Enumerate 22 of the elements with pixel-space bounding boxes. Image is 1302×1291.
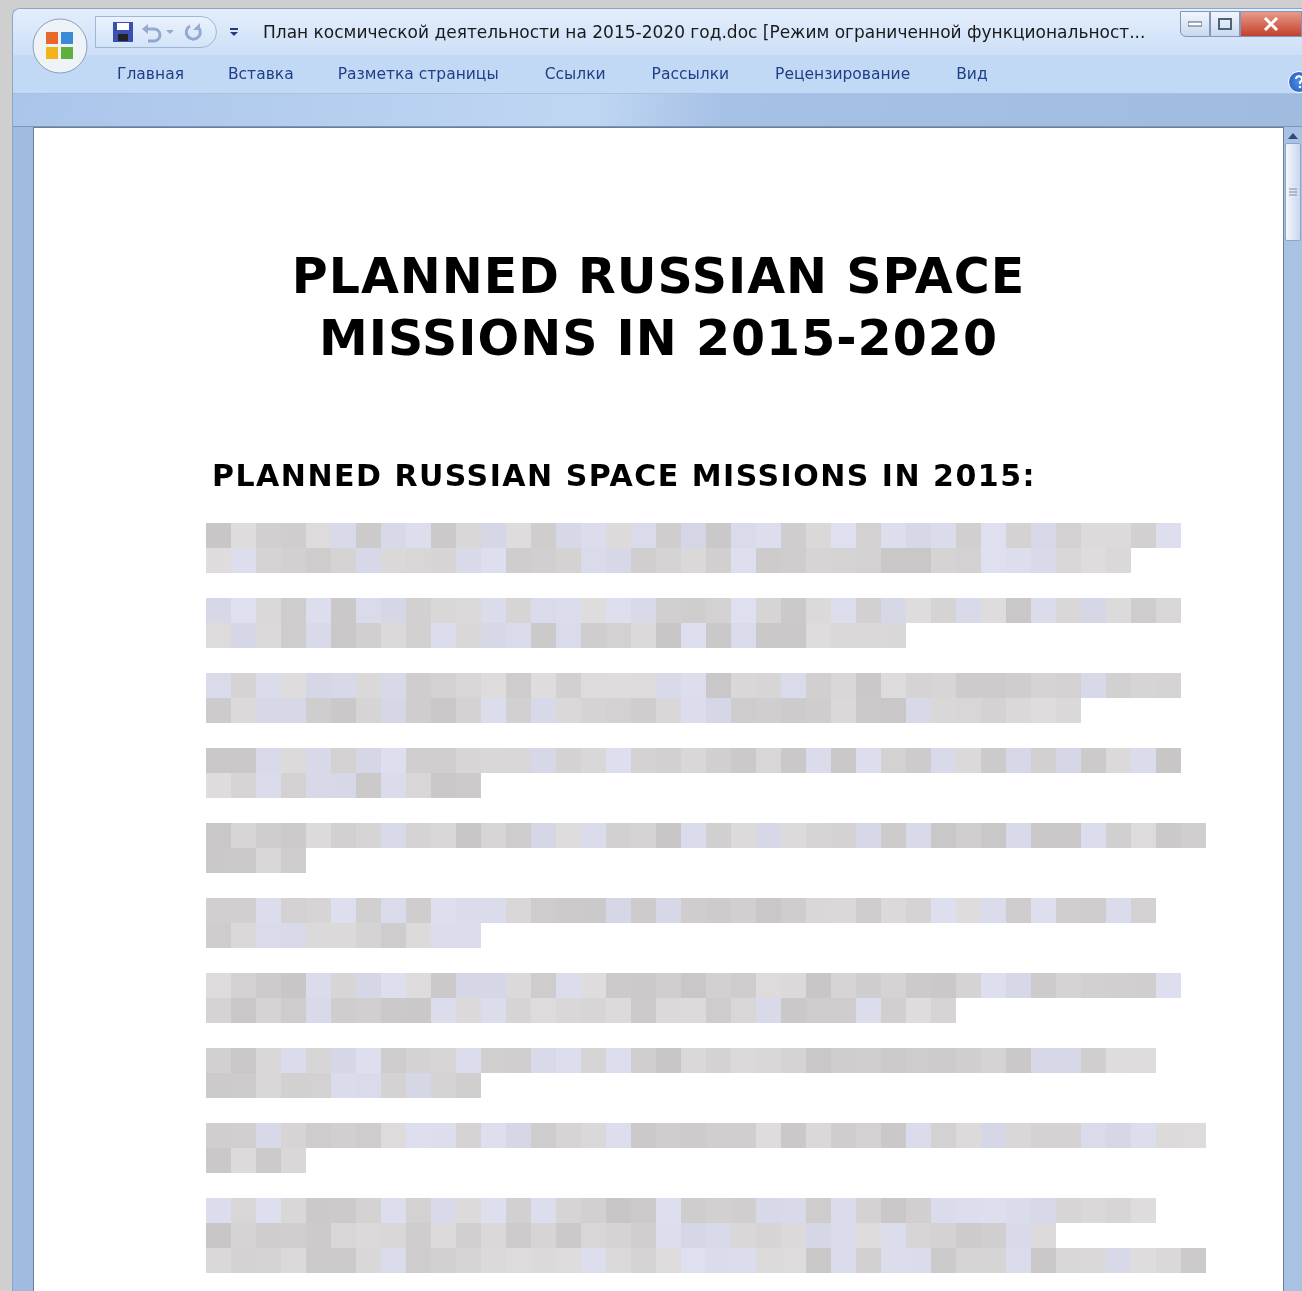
ribbon-tab[interactable]: Рецензирование <box>763 61 923 87</box>
ribbon-tab[interactable]: Главная <box>105 61 196 87</box>
customize-dropdown-icon[interactable] <box>229 27 239 37</box>
minimize-icon <box>1188 21 1202 27</box>
save-button[interactable] <box>112 21 134 43</box>
document-title: MISSIONS IN 2015-2020 <box>319 309 998 369</box>
close-button[interactable] <box>1240 11 1302 37</box>
ribbon-tab[interactable]: Ссылки <box>532 61 618 87</box>
scroll-up-icon[interactable] <box>1288 133 1298 139</box>
ribbon-tab[interactable]: Вставка <box>215 61 306 87</box>
minimize-button[interactable] <box>1180 11 1210 37</box>
ribbon-tab[interactable]: Вид <box>944 61 1000 87</box>
scrollbar-thumb[interactable] <box>1285 143 1301 241</box>
section-heading: PLANNED RUSSIAN SPACE MISSIONS IN 2015: <box>212 458 1037 493</box>
document-title: PLANNED RUSSIAN SPACE <box>291 247 1026 307</box>
ribbon-tab[interactable]: Разметка страницы <box>325 61 511 87</box>
ribbon-tab[interactable]: Рассылки <box>639 61 742 87</box>
close-icon <box>1263 17 1279 31</box>
vertical-scrollbar[interactable] <box>1284 127 1302 1291</box>
window-title: План космической деятельности на 2015-2020 год.doc [Режим ограниченной функциональност... <box>263 22 1147 42</box>
restore-icon <box>1218 18 1232 30</box>
restore-button[interactable] <box>1210 11 1240 37</box>
